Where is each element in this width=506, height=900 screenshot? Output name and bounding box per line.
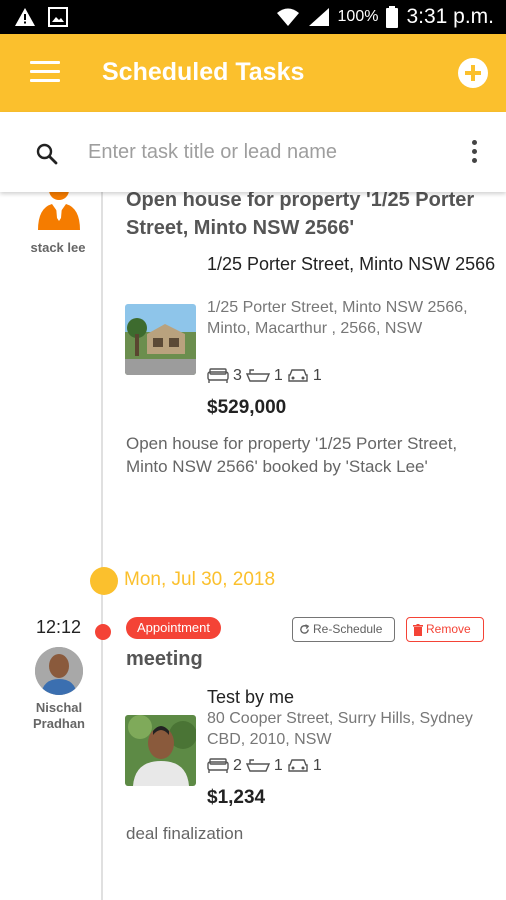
more-vert-icon[interactable] — [472, 140, 480, 166]
bath-icon — [245, 369, 270, 382]
date-marker — [90, 567, 118, 595]
property-title: Test by me — [207, 687, 295, 707]
property-thumbnail[interactable] — [125, 715, 196, 786]
car-icon — [288, 369, 308, 382]
property-price: $529,000 — [207, 397, 287, 418]
property-features: 2 1 1 — [207, 757, 322, 775]
search-icon — [36, 143, 58, 165]
refresh-icon — [300, 624, 310, 634]
bath-count: 1 — [273, 367, 283, 384]
battery-icon — [386, 6, 399, 28]
bed-count: 3 — [233, 367, 242, 384]
car-icon — [288, 759, 308, 772]
app-bar: Scheduled Tasks — [0, 34, 506, 112]
task-title[interactable]: meeting — [126, 645, 203, 673]
menu-icon[interactable] — [30, 61, 60, 83]
remove-label: Remove — [426, 622, 471, 636]
avatar — [35, 647, 83, 695]
remove-button[interactable]: Remove — [406, 617, 484, 642]
status-right: 100% 3:31 p.m. — [276, 5, 494, 29]
task-description: Open house for property '1/25 Porter Str… — [126, 434, 458, 476]
add-icon[interactable] — [458, 58, 488, 88]
status-left — [14, 7, 68, 27]
bed-icon — [207, 368, 229, 383]
task-time: 12:12 — [36, 617, 82, 637]
property-address: 1/25 Porter Street, Minto NSW 2566, Mint… — [207, 299, 468, 337]
property-address: 80 Cooper Street, Surry Hills, Sydney CB… — [207, 710, 473, 748]
date-group-label: Mon, Jul 30, 2018 — [124, 569, 276, 590]
timeline-line — [101, 192, 103, 900]
trash-icon — [413, 623, 423, 636]
property-features: 3 1 1 — [207, 367, 322, 385]
reschedule-button[interactable]: Re-Schedule — [292, 617, 395, 642]
car-count: 1 — [312, 367, 322, 384]
bath-count: 1 — [273, 757, 283, 774]
reschedule-label: Re-Schedule — [313, 622, 383, 636]
clock: 3:31 p.m. — [406, 5, 494, 28]
image-icon — [48, 7, 68, 27]
property-title: 1/25 Porter Street, Minto NSW 2566 — [207, 254, 496, 274]
task-description: deal finalization — [126, 824, 244, 843]
signal-icon — [308, 8, 329, 26]
search-bar — [0, 112, 506, 192]
status-bar: 100% 3:31 p.m. — [0, 0, 506, 34]
car-count: 1 — [312, 757, 322, 774]
task-title[interactable]: Open house for property '1/25 Porter Str… — [126, 186, 486, 242]
timeline-dot — [95, 624, 111, 640]
page-title: Scheduled Tasks — [102, 58, 305, 86]
property-price: $1,234 — [207, 787, 266, 808]
status-badge: Appointment — [126, 617, 221, 639]
task-owner-name: Nischal Pradhan — [32, 700, 85, 731]
bed-icon — [207, 758, 229, 773]
task-owner-name: stack lee — [30, 240, 86, 255]
wifi-icon — [276, 8, 299, 26]
warning-icon — [15, 8, 35, 26]
bed-count: 2 — [233, 757, 242, 774]
search-input[interactable] — [88, 134, 448, 170]
property-thumbnail[interactable] — [125, 304, 196, 375]
battery-percent: 100% — [337, 8, 379, 25]
bath-icon — [245, 759, 270, 772]
